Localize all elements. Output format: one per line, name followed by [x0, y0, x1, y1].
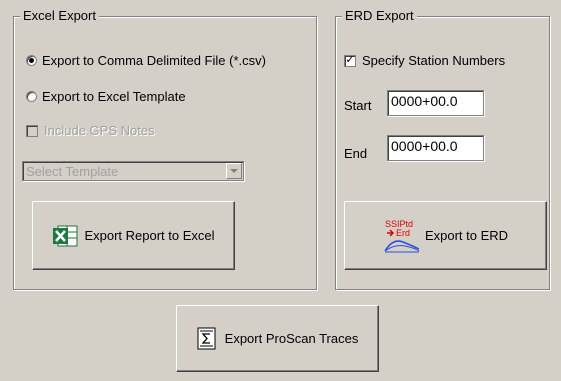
- start-label: Start: [344, 98, 372, 113]
- export-report-to-excel-label: Export Report to Excel: [84, 228, 215, 243]
- export-to-erd-button[interactable]: SSIPtd Erd Export to ERD: [344, 201, 547, 270]
- radio-button-icon[interactable]: [26, 91, 37, 102]
- svg-text:Erd: Erd: [396, 228, 410, 238]
- start-station-input[interactable]: 0000+00.0: [387, 90, 484, 116]
- ssiptd-erd-icon: SSIPtd Erd: [383, 218, 421, 254]
- end-label: End: [344, 146, 368, 161]
- checkbox-specify-station-numbers[interactable]: ✓ Specify Station Numbers: [344, 53, 505, 68]
- export-report-to-excel-button[interactable]: Export Report to Excel: [32, 201, 235, 270]
- radio-button-icon[interactable]: [26, 55, 37, 66]
- template-select-value: Select Template: [26, 163, 119, 179]
- specify-station-numbers-label: Specify Station Numbers: [362, 53, 506, 68]
- end-station-input[interactable]: 0000+00.0: [387, 135, 484, 161]
- checkbox-gps-notes[interactable]: Include GPS Notes: [26, 123, 155, 138]
- template-select[interactable]: Select Template: [22, 161, 244, 181]
- excel-icon: [52, 224, 78, 248]
- checkbox-checked-icon[interactable]: ✓: [344, 54, 356, 67]
- erd-export-title: ERD Export: [342, 8, 417, 23]
- dropdown-arrow-icon[interactable]: [226, 163, 242, 179]
- radio-selected-dot: [29, 58, 34, 63]
- radio-export-csv-label: Export to Comma Delimited File (*.csv): [42, 53, 266, 68]
- export-proscan-traces-label: Export ProScan Traces: [224, 331, 359, 346]
- export-proscan-traces-button[interactable]: Export ProScan Traces: [176, 305, 379, 372]
- excel-export-title: Excel Export: [20, 8, 99, 23]
- export-to-erd-label: Export to ERD: [424, 228, 509, 243]
- gps-notes-label: Include GPS Notes: [44, 123, 155, 138]
- radio-export-csv[interactable]: Export to Comma Delimited File (*.csv): [26, 53, 266, 68]
- checkbox-icon[interactable]: [26, 124, 38, 137]
- radio-export-template[interactable]: Export to Excel Template: [26, 89, 186, 104]
- radio-export-template-label: Export to Excel Template: [42, 89, 186, 104]
- sigma-document-icon: [197, 327, 217, 351]
